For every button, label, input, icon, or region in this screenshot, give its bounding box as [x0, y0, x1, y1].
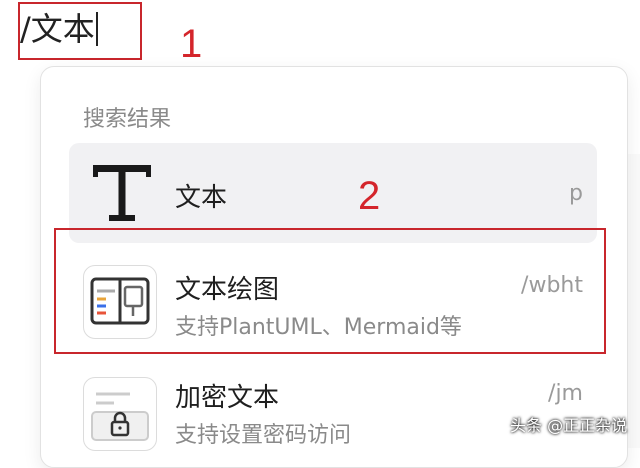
- menu-item-title: 加密文本: [175, 383, 280, 413]
- annotation-label-2: 2: [358, 174, 381, 218]
- text-T-icon: [93, 165, 151, 221]
- annotation-label-1: 1: [180, 22, 203, 66]
- watermark: 头条 @正正杂说: [510, 416, 628, 435]
- editor-command-input[interactable]: /文本: [20, 9, 98, 49]
- menu-item-shortcut: p: [569, 181, 583, 206]
- section-title: 搜索结果: [83, 107, 172, 132]
- editor-command-text: /文本: [20, 10, 95, 48]
- background-panel-edge: [626, 154, 640, 448]
- menu-item-shortcut: /jm: [548, 381, 583, 406]
- text-caret: [95, 12, 98, 46]
- menu-item-description: 支持设置密码访问: [175, 423, 352, 448]
- lock-icon: [83, 377, 157, 451]
- annotation-box-2: [54, 228, 606, 354]
- menu-item-title: 文本: [175, 183, 228, 213]
